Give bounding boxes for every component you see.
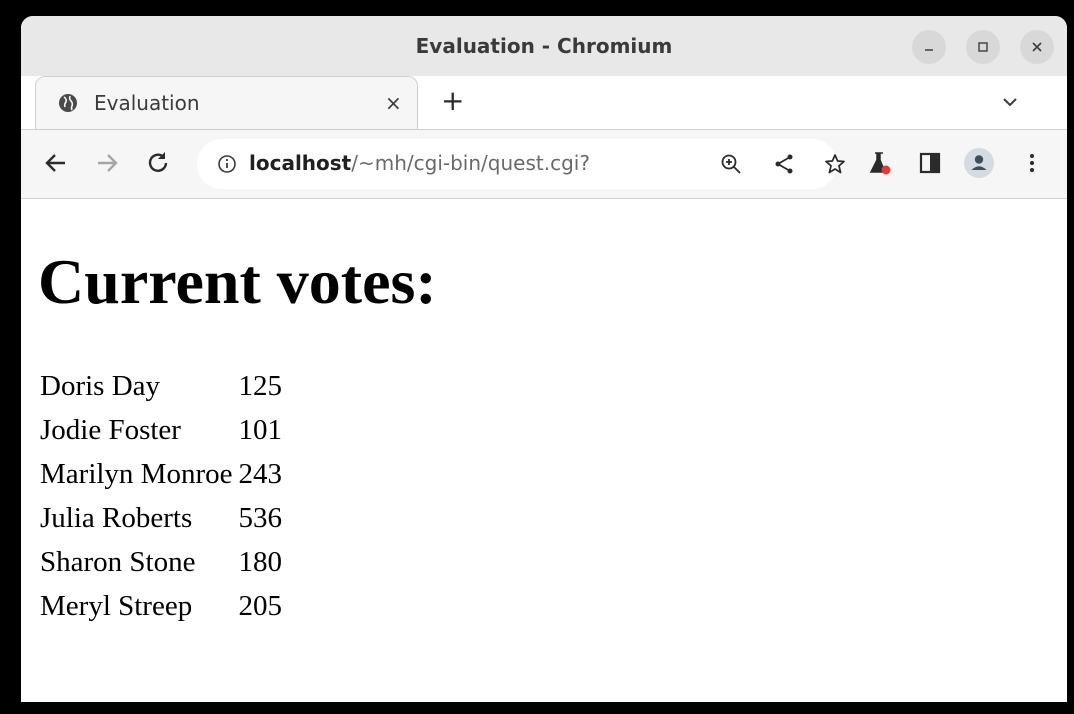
zoom-icon[interactable] [719, 152, 743, 176]
page-content: Current votes: Doris Day 125 Jodie Foste… [21, 200, 1067, 702]
profile-avatar-icon[interactable] [963, 147, 995, 179]
candidate-name: Julia Roberts [40, 501, 193, 534]
url-host: localhost [249, 151, 352, 175]
vote-count: 205 [238, 589, 283, 622]
info-icon[interactable] [217, 154, 237, 174]
new-tab-button[interactable]: + [441, 87, 464, 115]
forward-icon[interactable] [94, 150, 120, 176]
table-row: Meryl Streep 205 [40, 584, 282, 628]
votes-table: Doris Day 125 Jodie Foster 101 Marilyn M… [40, 364, 282, 628]
table-row: Doris Day 125 [40, 364, 282, 408]
maximize-icon [978, 42, 988, 52]
bookmark-star-icon[interactable] [823, 152, 847, 176]
table-row: Marilyn Monroe 243 [40, 452, 282, 496]
vote-count: 125 [238, 369, 283, 402]
tab-close-button[interactable]: × [385, 91, 402, 115]
reload-icon[interactable] [145, 150, 171, 176]
vote-count: 180 [238, 545, 283, 578]
candidate-name: Marilyn Monroe [40, 457, 233, 490]
maximize-button[interactable] [966, 30, 1000, 64]
candidate-name: Doris Day [40, 369, 161, 402]
url-path: /~mh/cgi-bin/quest.cgi? [351, 151, 590, 175]
globe-icon [59, 94, 77, 112]
minimize-icon [925, 49, 933, 51]
address-bar[interactable]: localhost/~mh/cgi-bin/quest.cgi? [197, 139, 845, 189]
candidate-name: Meryl Streep [40, 589, 193, 622]
tab-evaluation[interactable]: Evaluation × [35, 76, 418, 129]
close-window-button[interactable] [1020, 30, 1054, 64]
table-row: Julia Roberts 536 [40, 496, 282, 540]
table-row: Jodie Foster 101 [40, 408, 282, 452]
back-icon[interactable] [43, 150, 69, 176]
page-heading: Current votes: [38, 246, 437, 317]
close-icon [1032, 42, 1042, 52]
window-title: Evaluation - Chromium [415, 34, 673, 58]
browser-toolbar: localhost/~mh/cgi-bin/quest.cgi? [21, 129, 1067, 199]
share-icon[interactable] [772, 152, 796, 176]
url-text[interactable]: localhost/~mh/cgi-bin/quest.cgi? [249, 151, 590, 175]
tab-title: Evaluation [94, 91, 200, 115]
labs-flask-icon[interactable] [867, 150, 893, 176]
candidate-name: Sharon Stone [40, 545, 196, 578]
vote-count: 101 [238, 413, 283, 446]
side-panel-icon[interactable] [917, 150, 943, 176]
minimize-button[interactable] [912, 30, 946, 64]
chevron-down-icon[interactable] [999, 91, 1021, 113]
menu-kebab-icon[interactable] [1019, 150, 1045, 176]
title-bar: Evaluation - Chromium [21, 16, 1067, 76]
candidate-name: Jodie Foster [40, 413, 181, 446]
table-row: Sharon Stone 180 [40, 540, 282, 584]
vote-count: 536 [238, 501, 283, 534]
vote-count: 243 [238, 457, 283, 490]
browser-window: Evaluation - Chromium Evaluation × + loc… [21, 16, 1067, 702]
